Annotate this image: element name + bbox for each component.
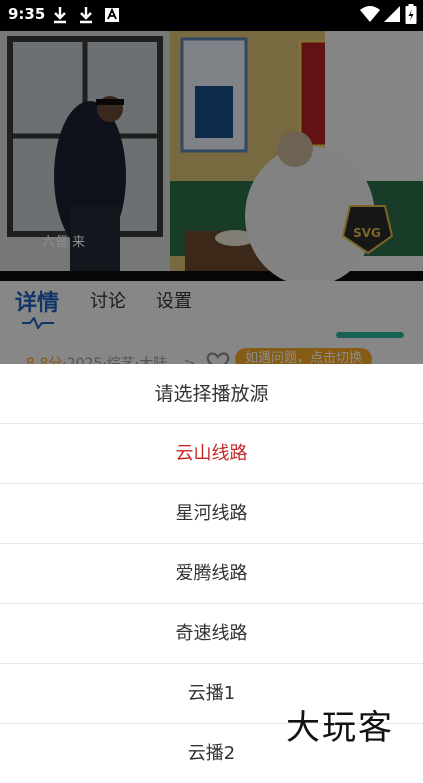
battery-icon [405,4,417,24]
sheet-title: 请选择播放源 [154,383,269,405]
status-bar: 9:35 [0,0,423,31]
modal-overlay[interactable] [0,31,423,364]
text-a-icon [105,7,119,22]
source-option[interactable]: 云山线路 [0,423,423,483]
wifi-icon [360,6,380,22]
watermark-logo: 大玩客 [286,708,394,748]
signal-icon [384,6,400,22]
download-icon [54,7,66,24]
source-option[interactable]: 星河线路 [0,483,423,543]
status-time: 9:35 [8,5,46,23]
download-icon [80,7,92,24]
source-picker-sheet: 请选择播放源 云山线路 星河线路 爱腾线路 奇速线路 云播1 云播2 [0,364,423,764]
source-option[interactable]: 爱腾线路 [0,543,423,603]
source-option[interactable]: 奇速线路 [0,603,423,663]
